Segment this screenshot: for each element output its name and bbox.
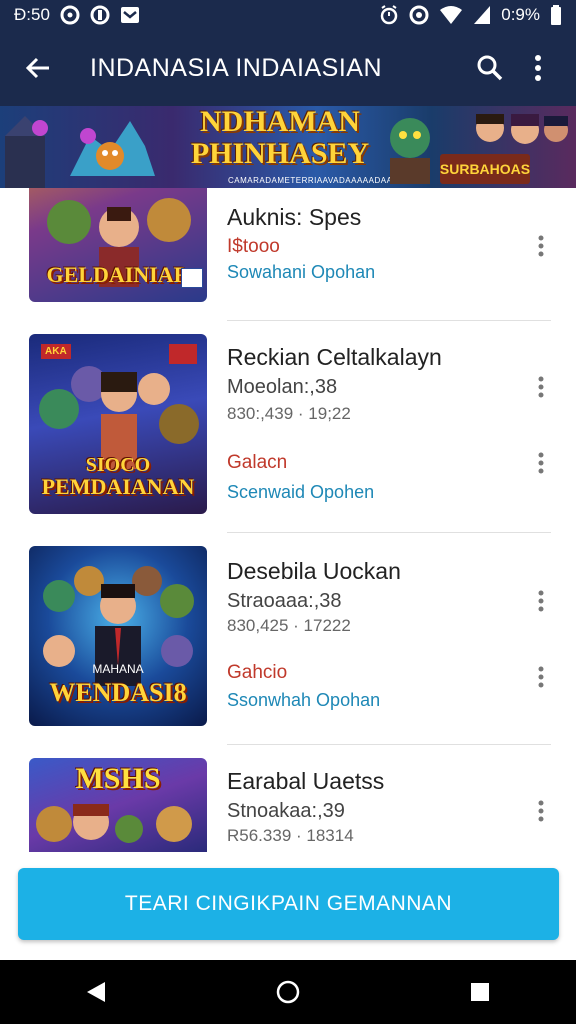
item-menu-button[interactable]: [526, 662, 556, 692]
divider: [227, 744, 551, 745]
item-menu-button[interactable]: [526, 586, 556, 616]
rating-badge-icon: [181, 268, 203, 288]
search-button[interactable]: [466, 44, 514, 92]
heroes-icon: [476, 114, 568, 144]
game-meta: Moeolan:,38: [227, 376, 338, 398]
game-name: Desebila Uockan: [227, 558, 401, 584]
status-bar: Đ:50 0:9%: [0, 0, 576, 30]
system-nav-bar: [0, 960, 576, 1024]
thumb-title-line2: PEMDAIANAN: [41, 474, 195, 499]
alarm-icon: [379, 5, 399, 25]
divider: [227, 320, 551, 321]
banner-title-line1: NDHAMAN: [200, 106, 360, 138]
divider: [227, 532, 551, 533]
hero-art-icon: [36, 804, 192, 843]
promo-banner[interactable]: NDHAMAN PHINHASEY CAMARADAMETERRIAAVADAA…: [0, 106, 576, 188]
signal-icon: [473, 5, 491, 25]
game-stats: 830,425 · 17222: [227, 616, 351, 635]
goblin-icon: [390, 118, 430, 184]
sync-icon: [409, 5, 429, 25]
arrow-left-icon: [25, 57, 49, 79]
more-vert-icon: [538, 590, 544, 612]
game-link[interactable]: Sowahani Opohan: [227, 262, 375, 283]
game-stats: 830:,439 · 19;22: [227, 404, 351, 423]
battery-text: 0:9%: [501, 5, 540, 24]
overflow-menu-button[interactable]: [514, 44, 562, 92]
game-name: Earabal Uaetss: [227, 768, 385, 794]
square-recent-icon: [471, 983, 489, 1001]
primary-action-button[interactable]: TEARI CINGIKPAIN GEMANNAN: [18, 868, 559, 940]
game-thumbnail[interactable]: AKA SIOCO PEMDAIANAN: [29, 334, 207, 514]
notification-icon: [60, 5, 80, 25]
back-button[interactable]: [14, 44, 62, 92]
triangle-back-icon: [87, 982, 105, 1002]
banner-badge: SURBAHOAS: [440, 154, 530, 184]
nav-back-button[interactable]: [66, 962, 126, 1022]
castle-icon: [5, 116, 48, 188]
nav-home-button[interactable]: [258, 962, 318, 1022]
page-title: INDANASIA INDAIASIAN: [90, 53, 383, 82]
item-menu-button[interactable]: [526, 796, 556, 826]
search-icon: [477, 55, 503, 81]
game-stats: R56.339 · 18314: [227, 826, 354, 845]
primary-action-label: TEARI CINGIKPAIN GEMANNAN: [124, 892, 453, 915]
item-menu-button[interactable]: [526, 448, 556, 478]
status-time: Đ:50: [14, 5, 50, 24]
game-meta: Stnoakaa:,39: [227, 800, 345, 822]
status-right: 0:9%: [379, 5, 562, 25]
game-price: Gahcio: [227, 662, 288, 683]
game-name: Auknis: Spes: [227, 204, 362, 230]
thumb-title: MSHS: [75, 762, 161, 795]
item-menu-button[interactable]: [526, 372, 556, 402]
list-item[interactable]: MSHS Earabal Uaetss Stnoakaa:,39 R56.339…: [0, 758, 576, 852]
list-item[interactable]: AKA SIOCO PEMDAIANAN Reckian Celtalkalay…: [0, 334, 576, 546]
mail-icon: [120, 5, 140, 25]
game-name: Reckian Celtalkalayn: [227, 344, 442, 370]
list-item[interactable]: MAHANA WENDASI8 Desebila Uockan Straoaaa…: [0, 546, 576, 758]
banner-title: NDHAMAN PHINHASEY: [180, 106, 380, 170]
more-vert-icon: [538, 376, 544, 398]
app-bar: INDANASIA INDAIASIAN: [0, 30, 576, 106]
circle-home-icon: [276, 980, 300, 1004]
more-vert-icon: [538, 800, 544, 822]
thumb-subtitle: MAHANA: [92, 662, 144, 676]
more-vert-icon: [538, 666, 544, 688]
nav-recent-button[interactable]: [450, 962, 510, 1022]
more-vert-icon: [538, 452, 544, 474]
more-vert-icon: [538, 235, 544, 257]
game-price: Galacn: [227, 452, 288, 473]
item-menu-button[interactable]: [526, 231, 556, 261]
game-thumbnail[interactable]: GELDAINIAR: [29, 188, 207, 302]
game-thumbnail[interactable]: MSHS: [29, 758, 207, 852]
status-left: Đ:50: [14, 5, 140, 25]
battery-icon: [550, 5, 562, 25]
game-link[interactable]: Ssonwhah Opohan: [227, 690, 380, 711]
game-list: GELDAINIAR Auknis: Spes I$tooo Sowahani …: [0, 188, 576, 852]
more-vert-icon: [535, 55, 541, 81]
dragon-icon: [70, 121, 155, 176]
game-thumbnail[interactable]: MAHANA WENDASI8: [29, 546, 207, 726]
game-meta: Straoaaa:,38: [227, 590, 342, 612]
wifi-icon: [439, 5, 463, 25]
game-link[interactable]: Scenwaid Opohen: [227, 482, 374, 503]
app-notification-icon: [90, 5, 110, 25]
banner-title-line2: PHINHASEY: [190, 137, 370, 170]
game-price: I$tooo: [227, 236, 280, 257]
thumb-title: WENDASI8: [49, 678, 187, 707]
